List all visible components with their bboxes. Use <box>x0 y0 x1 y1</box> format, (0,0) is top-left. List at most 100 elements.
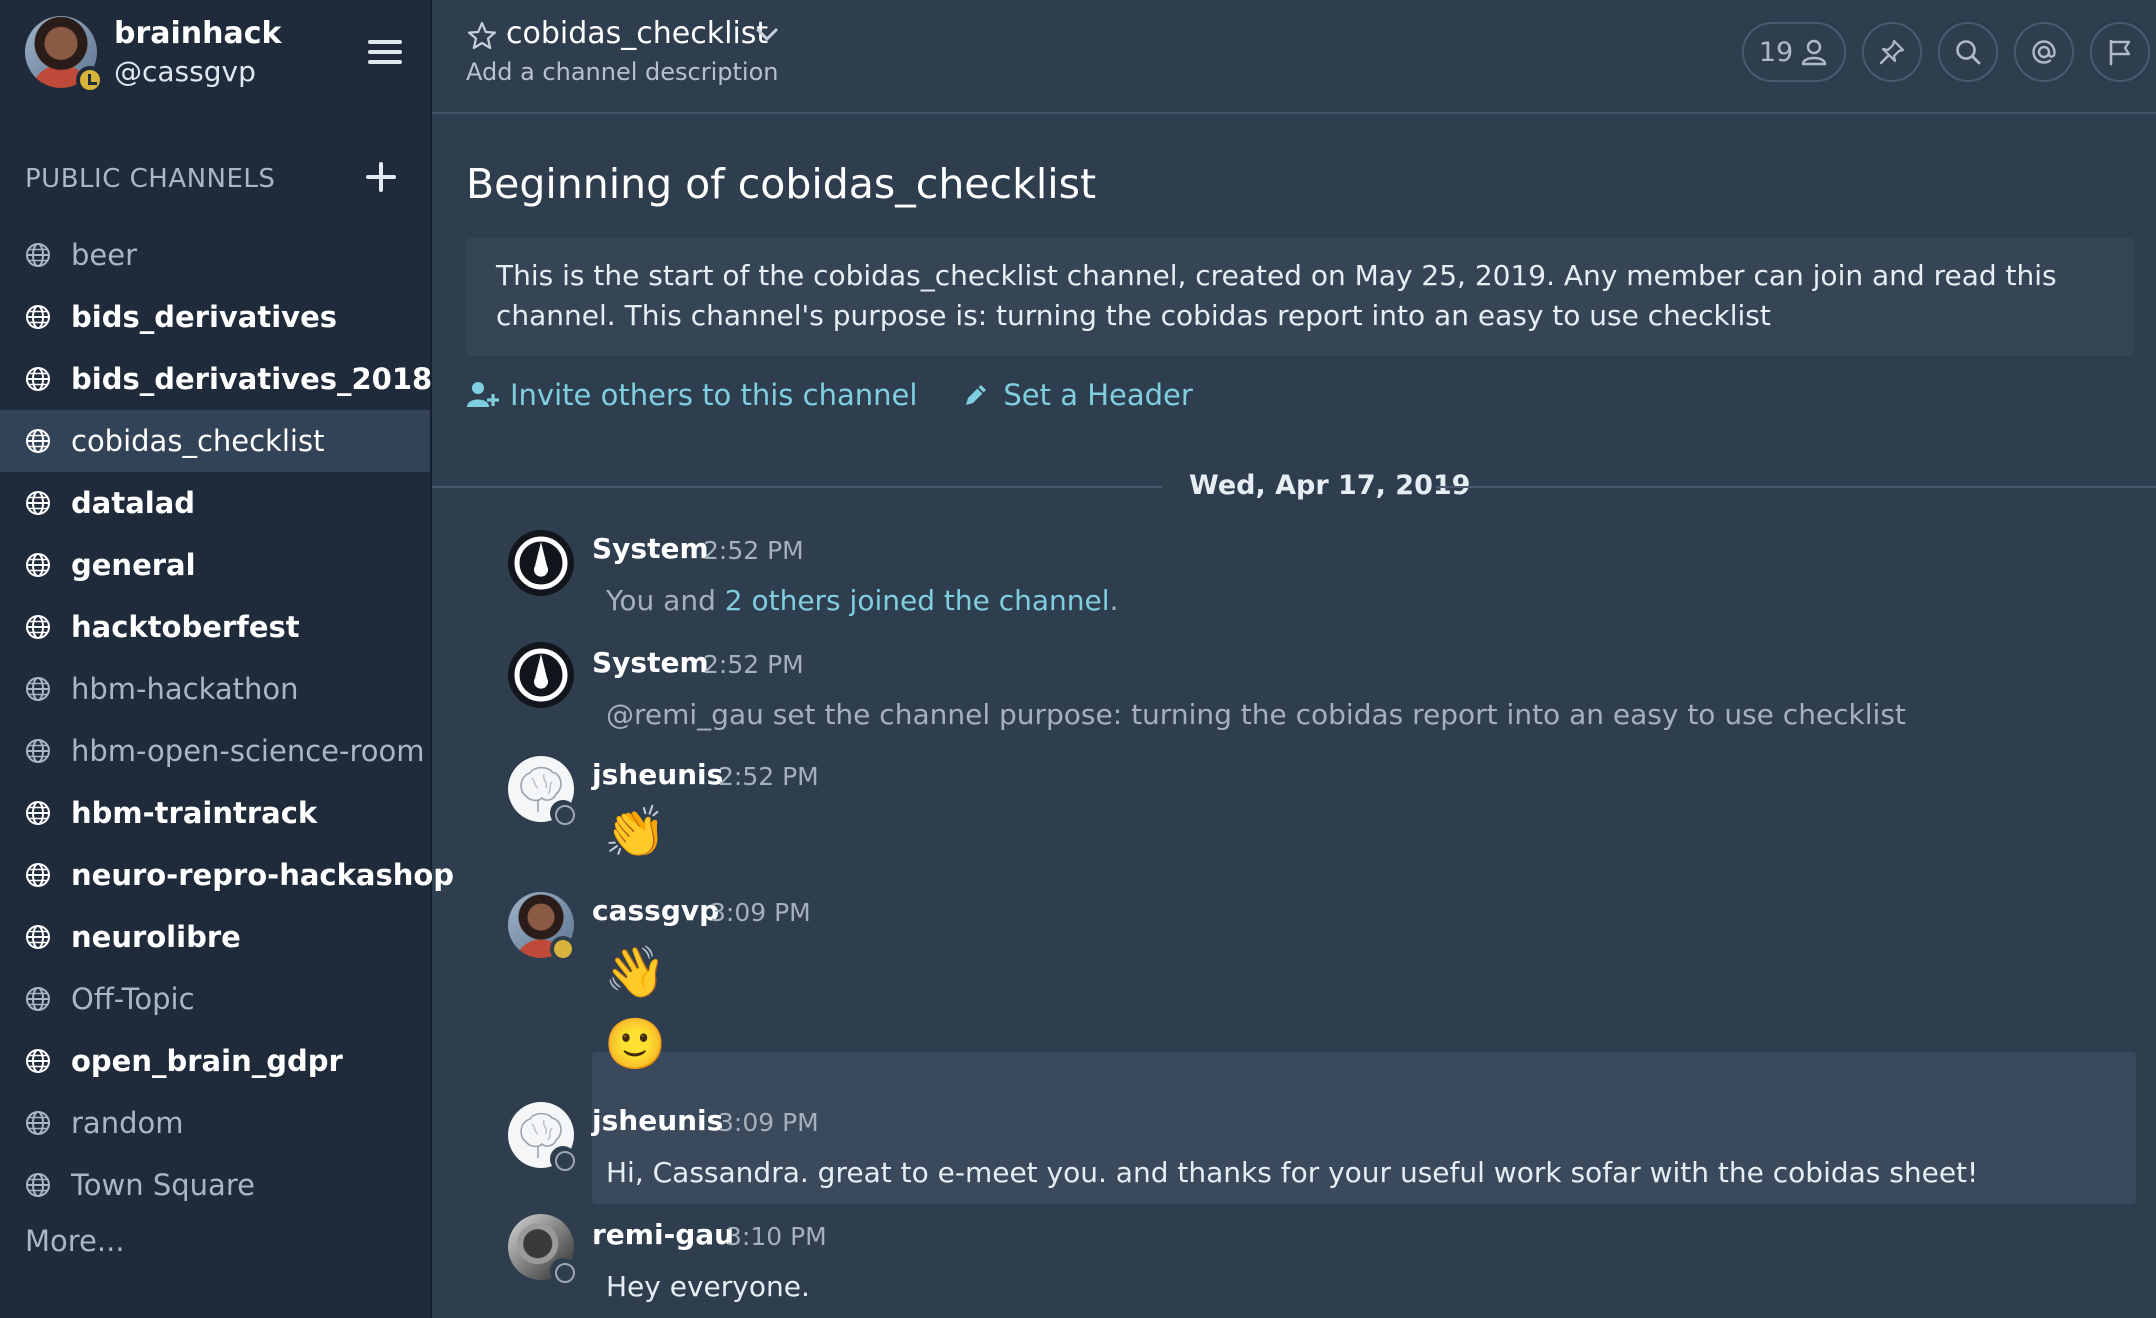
post-message: You and 2 others joined the channel. <box>606 584 1118 617</box>
set-header-link[interactable]: Set a Header <box>959 378 1193 412</box>
others-joined-link[interactable]: 2 others joined the channel <box>725 584 1110 617</box>
team-header[interactable]: brainhack @cassgvp <box>0 0 432 110</box>
post-username[interactable]: cassgvp <box>592 894 719 927</box>
globe-icon <box>26 491 50 515</box>
channel-label: Off-Topic <box>71 982 195 1016</box>
post-username[interactable]: System <box>592 532 709 565</box>
sidebar-item-datalad[interactable]: datalad <box>0 472 430 534</box>
hamburger-menu-icon[interactable] <box>368 40 402 66</box>
offline-status-icon <box>550 1146 576 1172</box>
sidebar-item-beer[interactable]: beer <box>0 224 430 286</box>
globe-icon <box>26 1049 50 1073</box>
channel-label: open_brain_gdpr <box>71 1044 343 1078</box>
sidebar-item-hbm-traintrack[interactable]: hbm-traintrack <box>0 782 430 844</box>
date-separator: Wed, Apr 17, 2019 <box>1189 470 1471 501</box>
sidebar-item-bids-derivatives-2018[interactable]: bids_derivatives_2018 <box>0 348 432 410</box>
globe-icon <box>26 305 50 329</box>
channel-label: neuro-repro-hackashop <box>71 858 455 892</box>
invite-others-label: Invite others to this channel <box>510 378 918 412</box>
date-separator-line <box>432 486 1162 488</box>
channel-label: hbm-hackathon <box>71 672 299 706</box>
post-list: Beginning of cobidas_checklist This is t… <box>432 116 2156 1318</box>
globe-icon <box>26 367 50 391</box>
sidebar-item-neuro-repro-hackashop[interactable]: neuro-repro-hackashop <box>0 844 454 906</box>
globe-icon <box>26 863 50 887</box>
channel-label: random <box>71 1106 184 1140</box>
member-count: 19 <box>1758 36 1794 68</box>
post-username[interactable]: remi-gau <box>592 1218 734 1251</box>
channel-label: hbm-traintrack <box>71 796 318 830</box>
sidebar-item-general[interactable]: general <box>0 534 430 596</box>
member-list-button[interactable]: 19 <box>1742 22 1846 82</box>
sidebar-item-bids-derivatives[interactable]: bids_derivatives <box>0 286 430 348</box>
channel-description[interactable]: Add a channel description <box>466 58 778 86</box>
more-channels-link[interactable]: More... <box>25 1224 125 1258</box>
sidebar-item-cobidas-checklist[interactable]: cobidas_checklist <box>0 410 430 472</box>
invite-others-link[interactable]: Invite others to this channel <box>466 378 917 412</box>
post-timestamp[interactable]: 2:52 PM <box>703 650 804 679</box>
post-timestamp[interactable]: 2:52 PM <box>703 536 804 565</box>
post-timestamp[interactable]: 2:52 PM <box>718 762 819 791</box>
add-channel-icon[interactable] <box>364 160 398 194</box>
search-icon <box>1956 40 1981 65</box>
smiling-face-emoji: 🙂 <box>604 1015 667 1073</box>
channel-label: neurolibre <box>71 920 241 954</box>
channel-list: beer bids_derivatives bids_derivatives_2… <box>0 224 454 1216</box>
flagged-button[interactable] <box>2090 22 2150 82</box>
search-button[interactable] <box>1938 22 1998 82</box>
globe-icon <box>26 1111 50 1135</box>
channel-label: bids_derivatives <box>71 300 337 334</box>
sidebar-item-hacktoberfest[interactable]: hacktoberfest <box>0 596 430 658</box>
globe-icon <box>26 429 50 453</box>
chevron-down-icon[interactable] <box>754 24 780 46</box>
star-icon[interactable] <box>466 20 498 52</box>
channel-intro-text: This is the start of the cobidas_checkli… <box>466 238 2134 356</box>
at-mention-icon <box>2032 40 2056 64</box>
post-username[interactable]: jsheunis <box>592 758 723 791</box>
post-timestamp[interactable]: 3:09 PM <box>710 898 811 927</box>
sidebar-item-town-square[interactable]: Town Square <box>0 1154 430 1216</box>
add-user-icon <box>467 382 499 407</box>
date-separator-line <box>1436 486 2156 488</box>
post-username[interactable]: jsheunis <box>592 1104 723 1137</box>
public-channels-header: PUBLIC CHANNELS <box>25 164 276 194</box>
system-avatar-icon <box>508 642 574 708</box>
sidebar-item-neurolibre[interactable]: neurolibre <box>0 906 430 968</box>
system-avatar-icon <box>508 530 574 596</box>
post-message: Hi, Cassandra. great to e-meet you. and … <box>606 1156 1979 1189</box>
team-name: brainhack <box>114 16 282 51</box>
pinned-button[interactable] <box>1862 22 1922 82</box>
away-status-icon <box>76 66 104 94</box>
globe-icon <box>26 553 50 577</box>
globe-icon <box>26 243 50 267</box>
team-username: @cassgvp <box>114 55 256 88</box>
channel-label: hbm-open-science-room <box>71 734 425 768</box>
sidebar-item-off-topic[interactable]: Off-Topic <box>0 968 430 1030</box>
set-header-label: Set a Header <box>1003 378 1193 412</box>
post-message: @remi_gau set the channel purpose: turni… <box>606 698 1906 731</box>
channel-label: general <box>71 548 196 582</box>
sidebar-item-open-brain-gdpr[interactable]: open_brain_gdpr <box>0 1030 430 1092</box>
waving-hand-emoji: 👋 <box>604 943 667 1001</box>
sidebar: brainhack @cassgvp PUBLIC CHANNELS beer … <box>0 0 454 1318</box>
sidebar-item-hbm-hackathon[interactable]: hbm-hackathon <box>0 658 430 720</box>
pencil-icon <box>966 385 987 405</box>
pin-icon <box>1879 39 1905 65</box>
globe-icon <box>26 801 50 825</box>
mentions-button[interactable] <box>2014 22 2074 82</box>
channel-title[interactable]: cobidas_checklist <box>506 16 768 51</box>
sidebar-item-random[interactable]: random <box>0 1092 430 1154</box>
post-username[interactable]: System <box>592 646 709 679</box>
message-text: . <box>1109 584 1119 617</box>
sidebar-item-hbm-open-science-room[interactable]: hbm-open-science-room <box>0 720 430 782</box>
flag-icon <box>2109 39 2131 66</box>
clapping-hands-emoji: 👏 <box>604 803 667 861</box>
member-icon <box>1801 39 1827 66</box>
channel-label: beer <box>71 238 138 272</box>
post-timestamp[interactable]: 3:09 PM <box>718 1108 819 1137</box>
channel-label: datalad <box>71 486 196 520</box>
globe-icon <box>26 1173 50 1197</box>
post-timestamp[interactable]: 3:10 PM <box>726 1222 827 1251</box>
channel-intro-actions: Invite others to this channel Set a Head… <box>466 378 1235 412</box>
globe-icon <box>26 987 50 1011</box>
